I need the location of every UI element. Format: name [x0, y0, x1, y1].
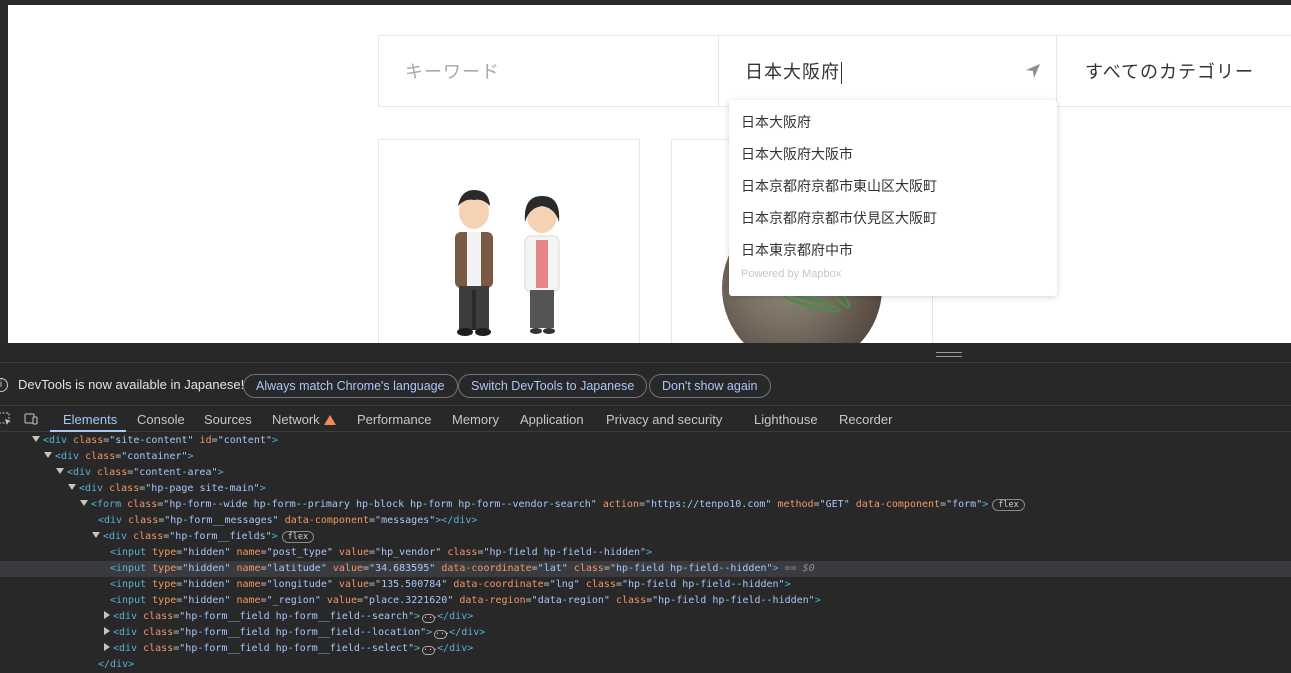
tree-node[interactable]: <div class="container">	[0, 449, 1291, 465]
couple-illustration	[455, 190, 560, 336]
suggestion-item[interactable]: 日本大阪府大阪市	[729, 138, 1057, 170]
tree-node[interactable]: <input type="hidden" name="longitude" va…	[0, 577, 1291, 593]
always-match-language-button[interactable]: Always match Chrome's language	[243, 374, 458, 398]
tab-application[interactable]: Application	[520, 412, 584, 427]
tree-node[interactable]: <div class="hp-form__field hp-form__fiel…	[0, 641, 1291, 657]
ellipsis-icon[interactable]: ···	[434, 630, 450, 639]
tab-sources[interactable]: Sources	[204, 412, 252, 427]
vendor-card[interactable]	[378, 139, 640, 343]
location-autocomplete: 日本大阪府 日本大阪府大阪市 日本京都府京都市東山区大阪町 日本京都府京都市伏見…	[729, 100, 1057, 296]
suggestion-item[interactable]: 日本京都府京都市東山区大阪町	[729, 170, 1057, 202]
info-icon: i	[0, 378, 8, 392]
devtools-tabbar: Elements Console Sources Network Perform…	[0, 407, 1291, 432]
tree-node[interactable]: <form class="hp-form--wide hp-form--prim…	[0, 497, 1291, 513]
tab-network[interactable]: Network	[272, 412, 336, 427]
tree-node[interactable]: <div class="content-area">	[0, 465, 1291, 481]
tab-elements[interactable]: Elements	[63, 412, 117, 427]
suggestion-item[interactable]: 日本東京都府中市	[729, 234, 1057, 266]
tab-privacy-security[interactable]: Privacy and security	[606, 412, 722, 427]
suggestion-item[interactable]: 日本大阪府	[729, 106, 1057, 138]
tree-node[interactable]: <div class="hp-page site-main">	[0, 481, 1291, 497]
dont-show-again-button[interactable]: Don't show again	[649, 374, 771, 398]
tree-node[interactable]: </div>	[0, 657, 1291, 673]
warning-icon	[323, 415, 336, 425]
page-viewport: キーワード 日本大阪府 すべてのカテゴリー 日本大阪府 日本大阪府大阪市 日本京…	[0, 0, 1291, 343]
tree-node[interactable]: <input type="hidden" name="post_type" va…	[0, 545, 1291, 561]
tab-console[interactable]: Console	[137, 412, 185, 427]
category-select-value: すべてのカテゴリー	[1085, 62, 1255, 82]
elements-tree: <div class="site-content" id="content"> …	[0, 433, 1291, 670]
inspect-element-icon[interactable]	[0, 412, 12, 426]
left-edge	[0, 0, 8, 343]
resize-grip-icon[interactable]	[936, 352, 962, 357]
suggestion-item[interactable]: 日本京都府京都市伏見区大阪町	[729, 202, 1057, 234]
infobar-message: DevTools is now available in Japanese!	[18, 377, 245, 392]
tree-node[interactable]: <div class="hp-form__fields"> flex	[0, 529, 1291, 545]
tree-node[interactable]: <div class="hp-form__field hp-form__fiel…	[0, 609, 1291, 625]
locate-arrow-icon[interactable]	[1024, 62, 1042, 80]
keyword-field[interactable]: キーワード	[379, 36, 719, 106]
ellipsis-icon[interactable]: ···	[422, 646, 438, 655]
powered-by-mapbox[interactable]: Powered by Mapbox	[729, 268, 1057, 280]
tree-node[interactable]: <div class="site-content" id="content">	[0, 433, 1291, 449]
category-select[interactable]: すべてのカテゴリー	[1057, 36, 1291, 106]
tab-lighthouse[interactable]: Lighthouse	[754, 412, 818, 427]
keyword-input[interactable]: キーワード	[405, 58, 500, 84]
tree-node[interactable]: <input type="hidden" name="_region" valu…	[0, 593, 1291, 609]
web-page: キーワード 日本大阪府 すべてのカテゴリー 日本大阪府 日本大阪府大阪市 日本京…	[8, 5, 1291, 343]
tree-node[interactable]: <div class="hp-form__field hp-form__fiel…	[0, 625, 1291, 641]
device-toolbar-icon[interactable]	[24, 412, 38, 426]
ellipsis-icon[interactable]: ···	[422, 614, 438, 623]
location-input[interactable]: 日本大阪府	[745, 58, 842, 85]
tab-memory[interactable]: Memory	[452, 412, 499, 427]
location-field[interactable]: 日本大阪府	[719, 36, 1057, 106]
tab-performance[interactable]: Performance	[357, 412, 431, 427]
devtools-resizer[interactable]	[0, 343, 1291, 363]
active-tab-indicator	[50, 430, 126, 432]
tab-recorder[interactable]: Recorder	[839, 412, 892, 427]
tree-node[interactable]: <div class="hp-form__messages" data-comp…	[0, 513, 1291, 529]
flex-badge[interactable]: flex	[992, 499, 1025, 511]
tree-node-selected[interactable]: <input type="hidden" name="latitude" val…	[0, 561, 1291, 577]
vendor-search-form: キーワード 日本大阪府 すべてのカテゴリー	[378, 35, 1291, 107]
flex-badge[interactable]: flex	[281, 531, 315, 543]
language-infobar: i DevTools is now available in Japanese!…	[0, 364, 1291, 406]
switch-to-japanese-button[interactable]: Switch DevTools to Japanese	[458, 374, 648, 398]
